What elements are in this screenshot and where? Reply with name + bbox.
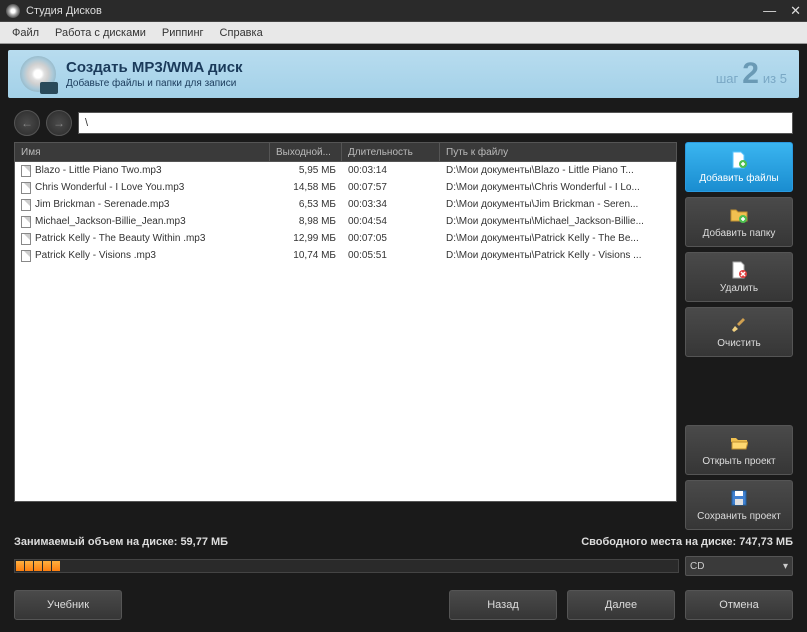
disc-type-select[interactable]: CD ▾ — [685, 556, 793, 576]
file-icon — [21, 233, 31, 245]
action-sidebar: Добавить файлы Добавить папку Удалить Оч… — [685, 142, 793, 530]
menu-disc[interactable]: Работа с дисками — [47, 27, 154, 39]
path-input[interactable] — [78, 112, 793, 134]
arrow-right-icon: → — [53, 116, 65, 130]
step-number: 2 — [742, 57, 759, 91]
used-label: Занимаемый объем на диске: — [14, 536, 177, 548]
app-title: Студия Дисков — [26, 5, 763, 17]
file-size: 5,95 МБ — [270, 165, 342, 176]
file-size: 14,58 МБ — [270, 182, 342, 193]
close-button[interactable]: ✕ — [790, 3, 801, 19]
broom-icon — [729, 315, 749, 335]
menu-file[interactable]: Файл — [4, 27, 47, 39]
delete-label: Удалить — [720, 283, 758, 294]
disc-icon — [20, 56, 56, 92]
step-suffix: из 5 — [763, 71, 787, 86]
file-name: Jim Brickman - Serenade.mp3 — [35, 199, 170, 210]
folder-add-icon — [729, 205, 749, 225]
disc-usage-bar — [14, 559, 679, 573]
file-duration: 00:03:34 — [342, 199, 440, 210]
app-icon — [6, 4, 20, 18]
file-size: 10,74 МБ — [270, 250, 342, 261]
column-size[interactable]: Выходной... — [270, 143, 342, 161]
file-path: D:\Мои документы\Patrick Kelly - The Be.… — [440, 233, 676, 244]
column-name[interactable]: Имя — [15, 143, 270, 161]
file-duration: 00:07:05 — [342, 233, 440, 244]
file-size: 6,53 МБ — [270, 199, 342, 210]
chevron-down-icon: ▾ — [783, 561, 788, 572]
menu-ripping[interactable]: Риппинг — [154, 27, 212, 39]
free-label: Свободного места на диске: — [581, 536, 736, 548]
file-name: Patrick Kelly - Visions .mp3 — [35, 250, 156, 261]
clear-label: Очистить — [717, 338, 761, 349]
save-project-label: Сохранить проект — [697, 511, 781, 522]
table-row[interactable]: Patrick Kelly - The Beauty Within .mp3 12… — [15, 230, 676, 247]
file-name: Michael_Jackson-Billie_Jean.mp3 — [35, 216, 186, 227]
menubar: Файл Работа с дисками Риппинг Справка — [0, 22, 807, 44]
table-row[interactable]: Jim Brickman - Serenade.mp3 6,53 МБ00:03:… — [15, 196, 676, 213]
menu-help[interactable]: Справка — [212, 27, 271, 39]
column-path[interactable]: Путь к файлу — [440, 143, 676, 161]
disc-type-value: CD — [690, 561, 704, 572]
file-list-panel: Имя Выходной... Длительность Путь к файл… — [14, 142, 677, 530]
file-size: 12,99 МБ — [270, 233, 342, 244]
file-duration: 00:07:57 — [342, 182, 440, 193]
status-bar: Занимаемый объем на диске: 59,77 МБ Своб… — [0, 530, 807, 554]
nav-back-button[interactable]: ← — [14, 110, 40, 136]
file-name: Patrick Kelly - The Beauty Within .mp3 — [35, 233, 205, 244]
table-header: Имя Выходной... Длительность Путь к файл… — [14, 142, 677, 162]
free-value: 747,73 МБ — [739, 536, 793, 548]
wizard-step: шаг 2 из 5 — [716, 57, 787, 91]
table-row[interactable]: Blazo - Little Piano Two.mp3 5,95 МБ00:03… — [15, 162, 676, 179]
tutorial-button[interactable]: Учебник — [14, 590, 122, 620]
file-icon — [21, 199, 31, 211]
file-icon — [21, 182, 31, 194]
file-icon — [21, 165, 31, 177]
file-path: D:\Мои документы\Michael_Jackson-Billie.… — [440, 216, 676, 227]
file-delete-icon — [729, 260, 749, 280]
table-row[interactable]: Chris Wonderful - I Love You.mp3 14,58 МБ… — [15, 179, 676, 196]
open-project-button[interactable]: Открыть проект — [685, 425, 793, 475]
file-name: Blazo - Little Piano Two.mp3 — [35, 165, 162, 176]
minimize-button[interactable]: — — [763, 3, 776, 19]
next-button[interactable]: Далее — [567, 590, 675, 620]
open-project-label: Открыть проект — [702, 456, 775, 467]
wizard-subtitle: Добавьте файлы и папки для записи — [66, 78, 716, 89]
file-path: D:\Мои документы\Jim Brickman - Seren... — [440, 199, 676, 210]
arrow-left-icon: ← — [21, 116, 33, 130]
save-icon — [729, 488, 749, 508]
cancel-button[interactable]: Отмена — [685, 590, 793, 620]
file-duration: 00:03:14 — [342, 165, 440, 176]
file-add-icon — [729, 150, 749, 170]
titlebar: Студия Дисков — ✕ — [0, 0, 807, 22]
save-project-button[interactable]: Сохранить проект — [685, 480, 793, 530]
add-files-label: Добавить файлы — [699, 173, 778, 184]
file-duration: 00:04:54 — [342, 216, 440, 227]
file-size: 8,98 МБ — [270, 216, 342, 227]
wizard-title: Создать MP3/WMA диск — [66, 59, 716, 76]
delete-button[interactable]: Удалить — [685, 252, 793, 302]
file-path: D:\Мои документы\Blazo - Little Piano T.… — [440, 165, 676, 176]
column-duration[interactable]: Длительность — [342, 143, 440, 161]
file-icon — [21, 250, 31, 262]
file-path: D:\Мои документы\Patrick Kelly - Visions… — [440, 250, 676, 261]
folder-open-icon — [729, 433, 749, 453]
add-folder-button[interactable]: Добавить папку — [685, 197, 793, 247]
clear-button[interactable]: Очистить — [685, 307, 793, 357]
file-name: Chris Wonderful - I Love You.mp3 — [35, 182, 184, 193]
file-path: D:\Мои документы\Chris Wonderful - I Lo.… — [440, 182, 676, 193]
table-row[interactable]: Michael_Jackson-Billie_Jean.mp3 8,98 МБ00… — [15, 213, 676, 230]
table-row[interactable]: Patrick Kelly - Visions .mp3 10,74 МБ00:0… — [15, 247, 676, 264]
table-body: Blazo - Little Piano Two.mp35,95 МБ00:03… — [14, 162, 677, 502]
used-value: 59,77 МБ — [180, 536, 228, 548]
file-icon — [21, 216, 31, 228]
file-duration: 00:05:51 — [342, 250, 440, 261]
step-prefix: шаг — [716, 71, 738, 86]
wizard-banner: Создать MP3/WMA диск Добавьте файлы и па… — [8, 50, 799, 98]
nav-forward-button[interactable]: → — [46, 110, 72, 136]
back-button[interactable]: Назад — [449, 590, 557, 620]
add-files-button[interactable]: Добавить файлы — [685, 142, 793, 192]
add-folder-label: Добавить папку — [703, 228, 776, 239]
